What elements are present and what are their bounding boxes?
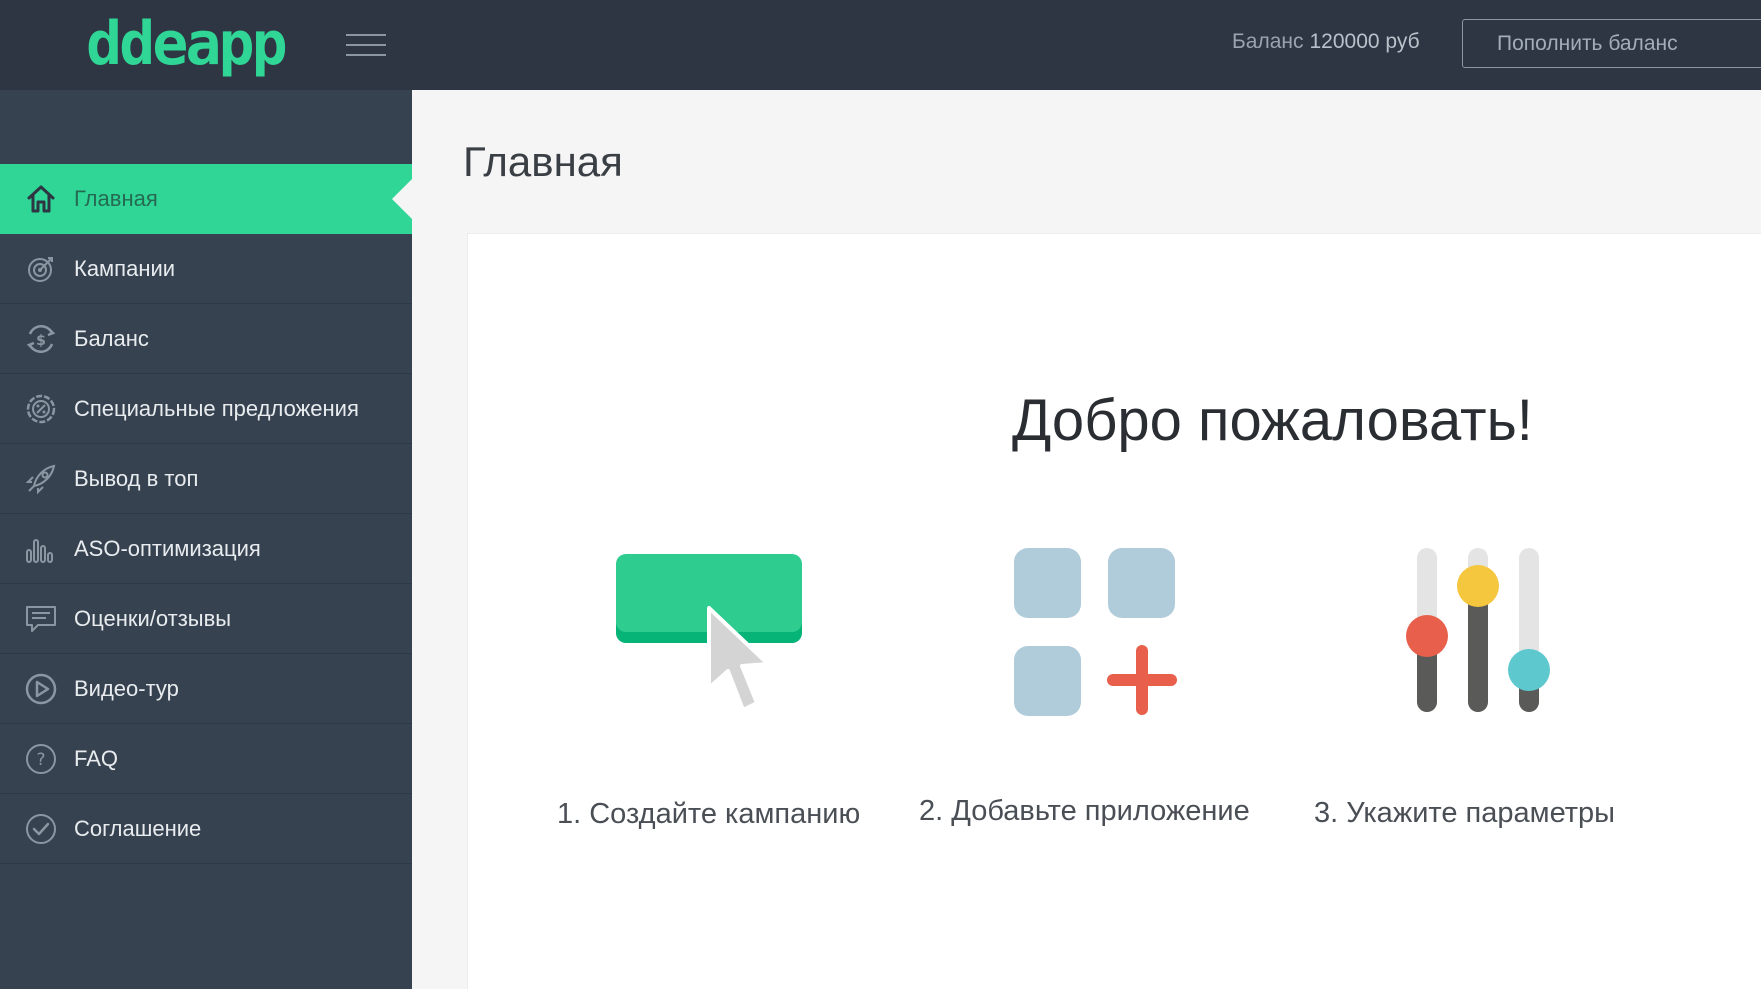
sidebar: Главная Кампании $ Баланс Специальные пр…: [0, 90, 412, 989]
button-click-icon: [612, 550, 812, 720]
sidebar-item-label: Баланс: [74, 325, 149, 351]
sidebar-item-label: Кампании: [74, 255, 176, 281]
sidebar-item-label: Главная: [74, 186, 158, 211]
top-bar: ddeapp Баланс 120000 руб Пополнить баланс: [0, 0, 1761, 90]
sidebar-item-top-promotion[interactable]: Вывод в топ: [0, 444, 412, 514]
bar-chart-icon: [24, 532, 58, 566]
step-1-label: 1. Создайте кампанию: [557, 798, 861, 830]
money-refresh-icon: $: [24, 322, 58, 356]
rocket-icon: [24, 462, 58, 496]
sliders-icon: [1404, 544, 1554, 721]
sidebar-item-reviews[interactable]: Оценки/отзывы: [0, 584, 412, 654]
sidebar-item-video-tour[interactable]: Видео-тур: [0, 654, 412, 724]
comment-icon: [24, 602, 58, 636]
svg-text:?: ?: [36, 750, 45, 770]
sidebar-item-home[interactable]: Главная: [0, 164, 412, 234]
play-icon: [24, 672, 58, 706]
sidebar-item-label: FAQ: [74, 745, 119, 771]
menu-icon[interactable]: [346, 34, 386, 58]
app-grid-add-icon: [1010, 544, 1182, 725]
question-icon: ?: [24, 742, 58, 776]
sidebar-item-label: ASO-оптимизация: [74, 535, 261, 561]
sidebar-item-balance[interactable]: $ Баланс: [0, 304, 412, 374]
balance-amount: 120000 руб: [1309, 30, 1420, 53]
balance-display: Баланс 120000 руб: [1232, 30, 1420, 54]
svg-text:$: $: [36, 333, 46, 349]
sidebar-item-faq[interactable]: ? FAQ: [0, 724, 412, 794]
step-2-label: 2. Добавьте приложение: [919, 795, 1250, 827]
check-circle-icon: [24, 812, 58, 846]
sidebar-item-label: Соглашение: [74, 815, 202, 841]
page-title: Главная: [463, 138, 623, 185]
sidebar-item-label: Вывод в топ: [74, 465, 199, 491]
logo[interactable]: ddeapp: [86, 12, 288, 76]
sidebar-item-label: Оценки/отзывы: [74, 605, 232, 631]
target-icon: [24, 252, 58, 286]
sidebar-item-label: Видео-тур: [74, 675, 179, 701]
sidebar-item-aso[interactable]: ASO-оптимизация: [0, 514, 412, 584]
topup-button[interactable]: Пополнить баланс: [1462, 19, 1761, 68]
percent-badge-icon: [24, 392, 58, 426]
sidebar-item-agreement[interactable]: Соглашение: [0, 794, 412, 864]
balance-label: Баланс: [1232, 30, 1304, 53]
welcome-heading: Добро пожаловать!: [1012, 388, 1533, 453]
home-icon: [24, 182, 58, 216]
sidebar-item-label: Специальные предложения: [74, 395, 359, 421]
sidebar-item-campaigns[interactable]: Кампании: [0, 234, 412, 304]
step-3-label: 3. Укажите параметры: [1314, 797, 1616, 829]
sidebar-item-special-offers[interactable]: Специальные предложения: [0, 374, 412, 444]
